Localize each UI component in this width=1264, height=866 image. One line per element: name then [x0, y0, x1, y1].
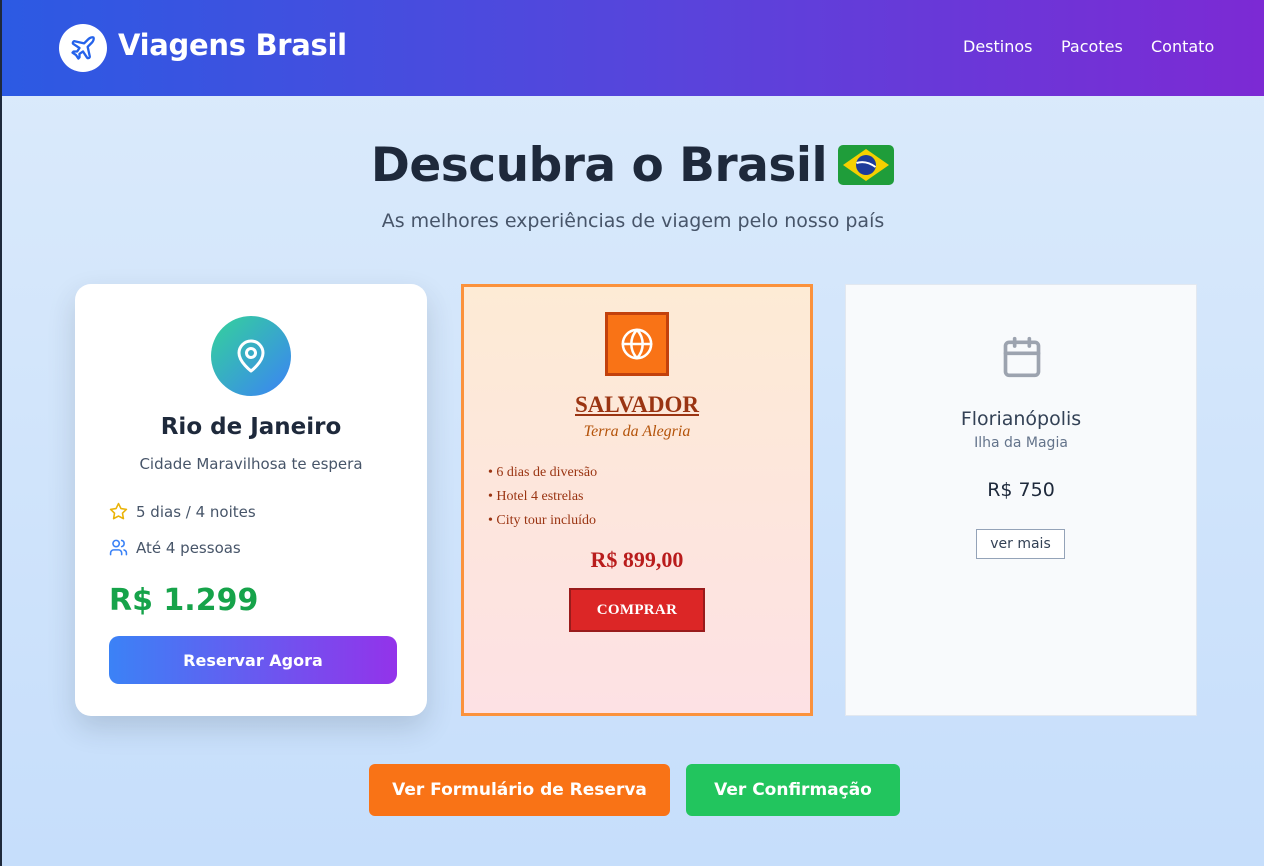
card-subtitle: Cidade Maravilhosa te espera — [139, 455, 363, 473]
reserve-now-button[interactable]: Reservar Agora — [109, 636, 397, 684]
card-price: R$ 899,00 — [590, 547, 684, 572]
site-header: Viagens Brasil Destinos Pacotes Contato — [2, 0, 1264, 96]
airplane-icon — [71, 36, 95, 60]
nav-destinos[interactable]: Destinos — [963, 37, 1032, 56]
card-subtitle: Terra da Alegria — [583, 423, 691, 440]
hero-subtitle: As melhores experiências de viagem pelo … — [381, 210, 885, 232]
feature-text: 5 dias / 4 noites — [136, 502, 256, 521]
list-item: • 6 dias de diversão — [488, 465, 598, 480]
globe-icon — [621, 328, 653, 360]
list-item: • City tour incluído — [488, 513, 596, 528]
star-icon — [109, 502, 128, 520]
card-salvador: SALVADOR Terra da Alegria • 6 dias de di… — [461, 284, 813, 716]
feature-duration: 5 dias / 4 noites — [109, 502, 256, 521]
calendar-icon — [1003, 336, 1041, 378]
list-item: • Hotel 4 estrelas — [488, 489, 584, 504]
brazil-flag-icon — [838, 144, 895, 185]
hero-title: Descubra o Brasil — [2, 138, 1264, 193]
card-subtitle: Ilha da Magia — [974, 435, 1068, 451]
hero-title-text: Descubra o Brasil — [370, 138, 828, 193]
feature-people: Até 4 pessoas — [109, 538, 241, 557]
buy-button[interactable]: COMPRAR — [569, 588, 705, 632]
see-more-button[interactable]: ver mais — [976, 529, 1065, 559]
booking-form-button[interactable]: Ver Formulário de Reserva — [369, 764, 670, 816]
logo[interactable] — [59, 24, 107, 72]
globe-badge — [605, 312, 669, 376]
card-price: R$ 750 — [987, 479, 1055, 501]
nav-contato[interactable]: Contato — [1151, 37, 1214, 56]
map-pin-icon — [237, 339, 265, 373]
feature-text: Até 4 pessoas — [136, 538, 241, 557]
brand-name[interactable]: Viagens Brasil — [118, 28, 347, 62]
map-pin-badge — [211, 316, 291, 396]
nav-pacotes[interactable]: Pacotes — [1061, 37, 1123, 56]
card-title: SALVADOR — [575, 392, 699, 417]
card-price: R$ 1.299 — [109, 583, 259, 618]
card-rio-de-janeiro: Rio de Janeiro Cidade Maravilhosa te esp… — [75, 284, 427, 716]
card-title: Rio de Janeiro — [160, 414, 342, 440]
card-title: Florianópolis — [960, 408, 1082, 430]
confirmation-button[interactable]: Ver Confirmação — [686, 764, 900, 816]
card-florianopolis: Florianópolis Ilha da Magia R$ 750 ver m… — [845, 284, 1197, 716]
users-icon — [109, 539, 128, 556]
feature-list: • 6 dias de diversão • Hotel 4 estrelas … — [488, 461, 597, 533]
